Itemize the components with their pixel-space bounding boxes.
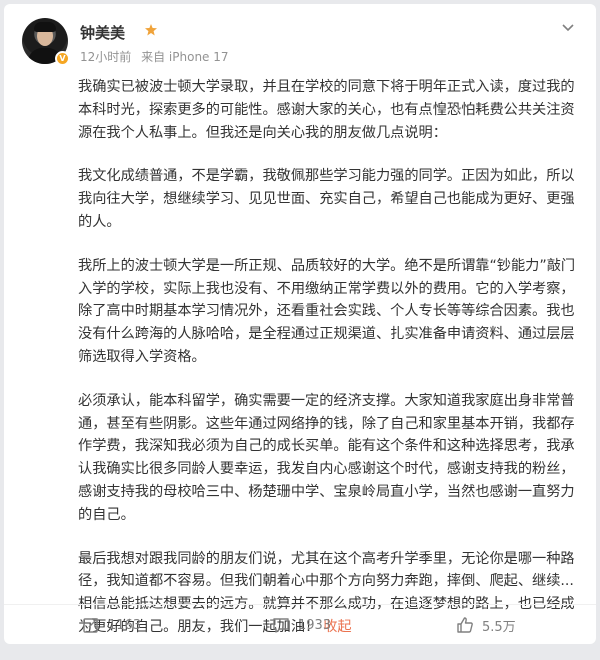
- repost-button[interactable]: 1163: [82, 615, 141, 635]
- comment-button[interactable]: 1933: [272, 615, 331, 635]
- username[interactable]: 钟美美: [80, 22, 125, 43]
- repost-icon: [83, 618, 98, 633]
- level-icon: [144, 23, 158, 41]
- post-paragraph: 必须承认，能本科留学，确实需要一定的经济支撑。大家知道我家庭出身非常普通，甚至有…: [78, 392, 575, 523]
- like-button[interactable]: 5.5万: [456, 615, 516, 635]
- post-paragraph: 我所上的波士顿大学是一所正规、品质较好的大学。绝不是所谓靠“钞能力”敲门入学的学…: [78, 257, 576, 365]
- post-time[interactable]: 12小时前: [80, 50, 131, 64]
- avatar-hair: [34, 22, 56, 32]
- verified-icon: V: [55, 51, 70, 66]
- action-bar: 1163 1933 5.5万: [4, 604, 596, 644]
- like-icon: [457, 617, 473, 633]
- post-paragraph: 我确实已被波士顿大学录取，并且在学校的同意下将于明年正式入读，度过我的本科时光，…: [78, 79, 575, 141]
- comment-icon: [273, 618, 289, 633]
- repost-count: 1163: [108, 617, 142, 633]
- weibo-post-card: V 钟美美 12小时前 来自 iPhone 17 我确实已被波士顿大学录取，并且…: [4, 4, 596, 644]
- post-header: V 钟美美 12小时前 来自 iPhone 17: [22, 18, 578, 68]
- like-count: 5.5万: [482, 619, 516, 635]
- comment-count: 1933: [298, 617, 332, 633]
- post-paragraph: 我文化成绩普通，不是学霸，我敬佩那些学习能力强的同学。正因为如此，所以我向往大学…: [78, 168, 575, 230]
- more-icon[interactable]: [560, 22, 576, 38]
- post-source: 来自 iPhone 17: [141, 50, 229, 64]
- post-meta: 12小时前 来自 iPhone 17: [80, 48, 229, 65]
- post-content: 我确实已被波士顿大学录取，并且在学校的同意下将于明年正式入读，度过我的本科时光，…: [78, 76, 578, 660]
